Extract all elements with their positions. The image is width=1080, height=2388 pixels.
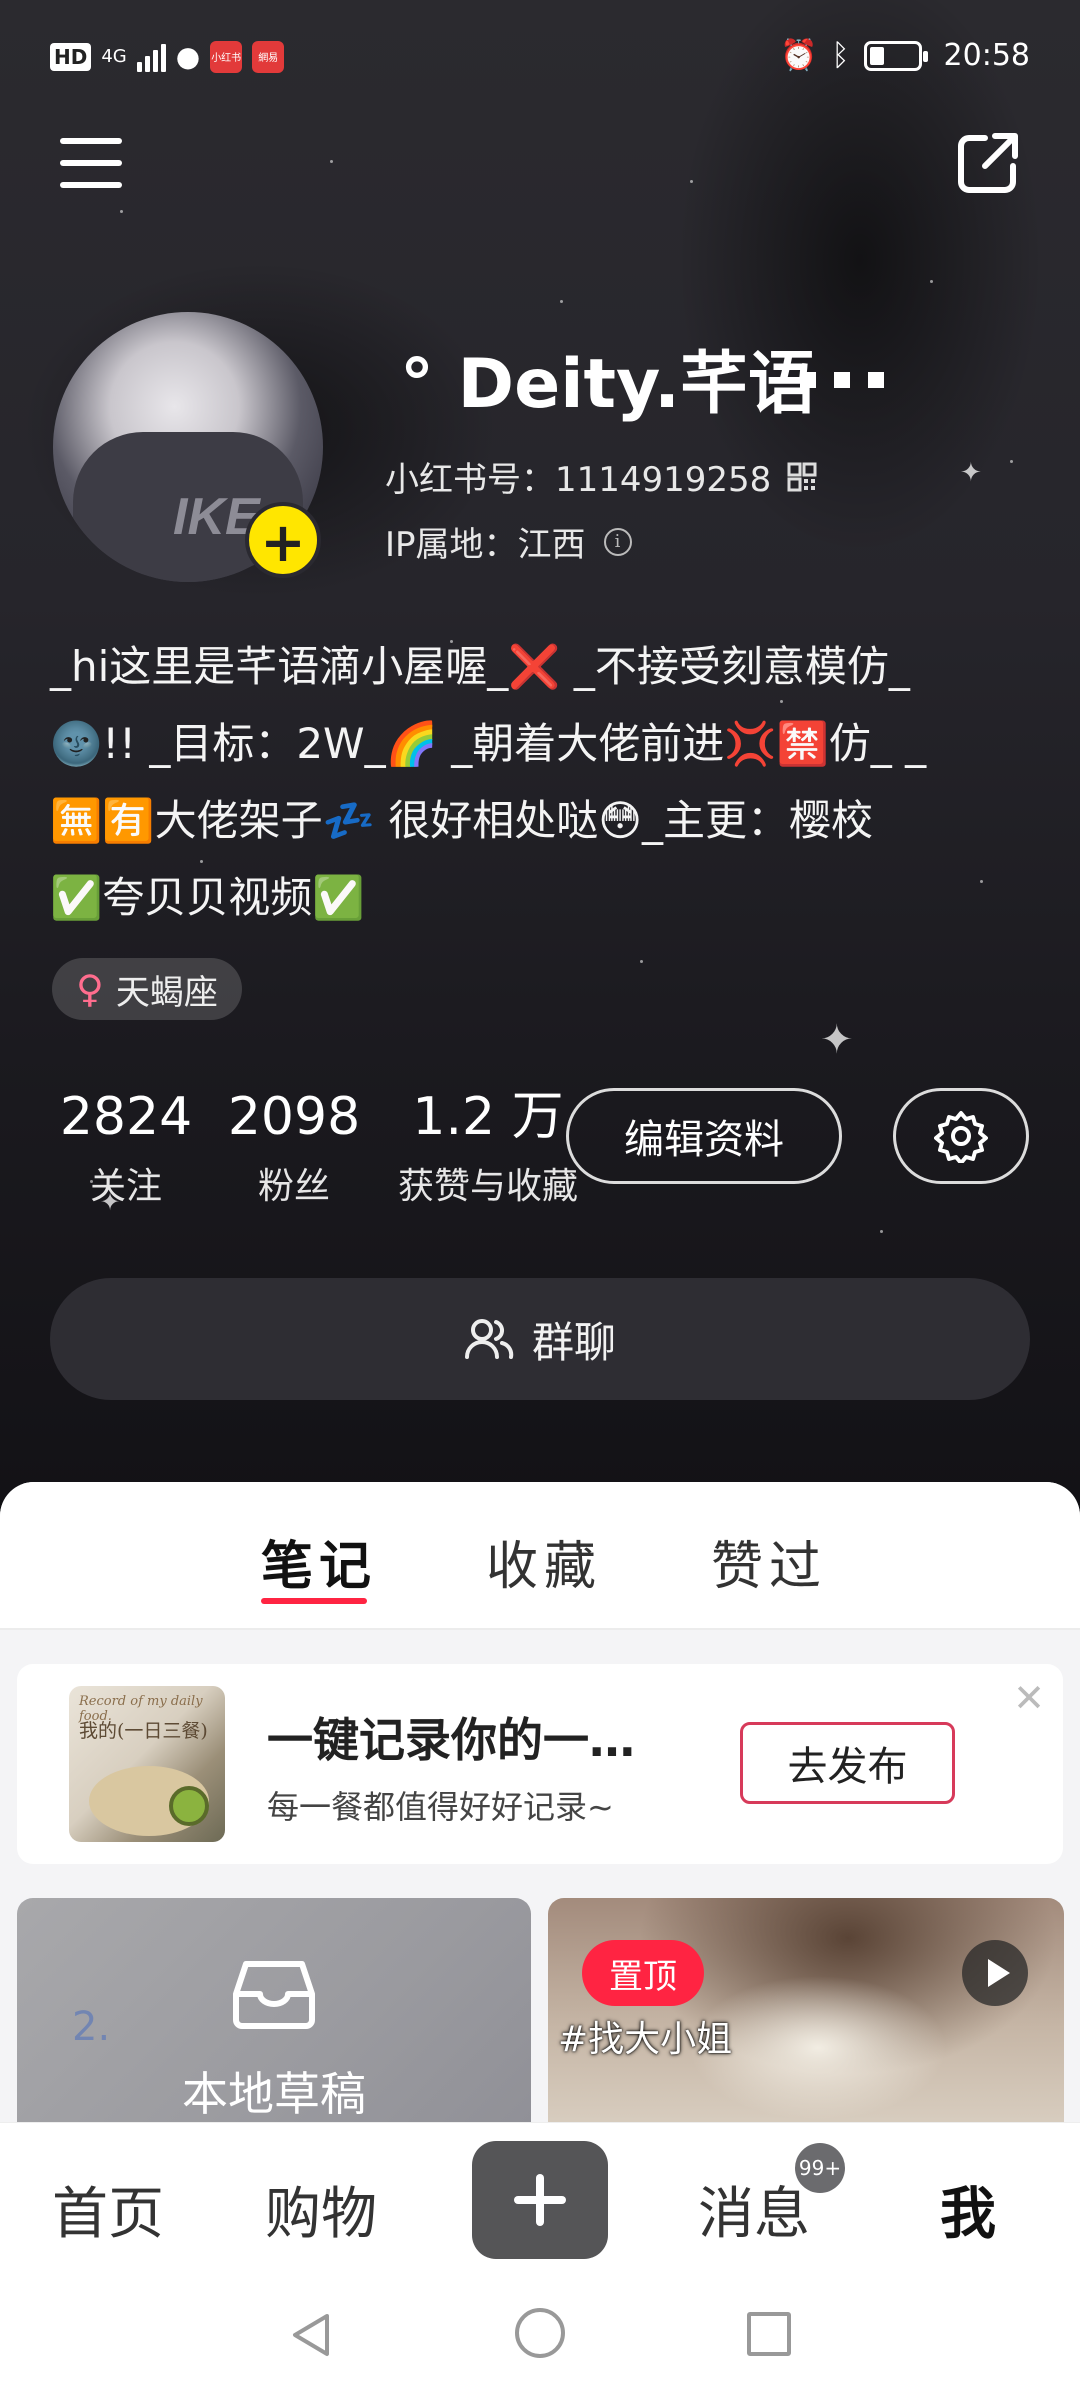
- zodiac-label: 天蝎座: [115, 972, 218, 1013]
- likes-count: 1.2 万: [412, 1087, 564, 1147]
- following-stat[interactable]: 2824 关注: [50, 1085, 202, 1209]
- bottom-nav: 首页 购物 消息 99+ 我: [0, 2122, 1080, 2278]
- promo-subtitle: 每一餐都值得好好记录~: [267, 1788, 614, 1826]
- local-drafts-card[interactable]: 2. 本地草稿: [17, 1898, 531, 2122]
- local-drafts-label: 本地草稿: [182, 2067, 366, 2121]
- plus-icon[interactable]: [472, 2141, 608, 2259]
- system-nav-bar: [0, 2278, 1080, 2388]
- clock: 20:58: [943, 38, 1030, 73]
- edit-profile-button[interactable]: 编辑资料: [566, 1088, 842, 1184]
- qr-code-icon[interactable]: [787, 462, 817, 492]
- more-dots-icon: [800, 372, 884, 388]
- likes-stat[interactable]: 1.2 万 获赞与收藏: [378, 1085, 598, 1209]
- messages-badge: 99+: [795, 2143, 845, 2193]
- pinned-video-card[interactable]: 置顶 #找大小姐: [548, 1898, 1064, 2122]
- hd-indicator: HD: [50, 42, 92, 71]
- ip-location-text: IP属地：江西: [385, 525, 586, 565]
- content-sheet: 笔记 收藏 赞过 Record of my daily food. 我的(一日三…: [0, 1482, 1080, 2122]
- tab-collections[interactable]: 收藏: [486, 1524, 602, 1599]
- home-icon[interactable]: [515, 2308, 565, 2358]
- add-avatar-icon[interactable]: +: [245, 502, 321, 578]
- nav-home[interactable]: 首页: [52, 2169, 164, 2250]
- promo-title: 一键记录你的一…: [267, 1713, 635, 1767]
- gear-icon: [934, 1111, 988, 1163]
- inbox-icon: [233, 1961, 315, 2029]
- xiaohongshu-app-icon: 小红书: [210, 40, 243, 73]
- netease-app-icon: 網易: [252, 40, 285, 73]
- ip-location-row[interactable]: IP属地：江西 i: [385, 517, 632, 566]
- group-chat-button[interactable]: 群聊: [50, 1278, 1030, 1400]
- profile-stats: 2824 关注 2098 粉丝 1.2 万 获赞与收藏: [50, 1085, 598, 1209]
- nav-me[interactable]: 我: [940, 2169, 996, 2250]
- red-id-text: 小红书号：1114919258: [385, 460, 772, 500]
- menu-icon[interactable]: [60, 138, 122, 190]
- info-icon[interactable]: i: [603, 527, 632, 556]
- video-hashtag: #找大小姐: [558, 2019, 733, 2060]
- active-tab-indicator: [261, 1598, 367, 1604]
- wechat-icon: ●: [175, 40, 201, 73]
- followers-label: 粉丝: [257, 1166, 330, 1207]
- settings-button[interactable]: [893, 1088, 1029, 1184]
- back-icon[interactable]: [287, 2310, 337, 2360]
- group-chat-label: 群聊: [531, 1317, 616, 1367]
- meal-thumbnail: Record of my daily food. 我的(一日三餐): [69, 1686, 225, 1842]
- tab-liked[interactable]: 赞过: [711, 1524, 827, 1599]
- pinned-badge: 置顶: [582, 1940, 704, 2006]
- play-icon: [962, 1940, 1028, 2006]
- profile-bio: _hi这里是芊语滴小屋喔_❌ _不接受刻意模仿_ 🌚!! _目标：2W_🌈 _朝…: [50, 642, 927, 922]
- publish-button[interactable]: 去发布: [740, 1722, 955, 1804]
- publish-prompt-card[interactable]: Record of my daily food. 我的(一日三餐) 一键记录你的…: [17, 1664, 1063, 1864]
- status-bar: HD 4G ● 小红书 網易 ⏰ ᛒ 20:58: [0, 0, 1080, 120]
- nav-messages[interactable]: 消息: [698, 2169, 810, 2250]
- bluetooth-icon: ᛒ: [831, 38, 850, 73]
- share-icon[interactable]: [955, 130, 1021, 196]
- close-icon[interactable]: ✕: [1013, 1676, 1045, 1720]
- followers-stat[interactable]: 2098 粉丝: [218, 1085, 370, 1209]
- recent-apps-icon[interactable]: [747, 2312, 791, 2356]
- people-icon: [464, 1319, 514, 1359]
- zodiac-tag: ♀ 天蝎座: [52, 958, 242, 1020]
- signal-icon: [136, 42, 166, 72]
- followers-count: 2098: [227, 1087, 361, 1147]
- nav-shop[interactable]: 购物: [265, 2169, 377, 2250]
- profile-tabs: 笔记 收藏 赞过: [0, 1482, 1080, 1630]
- red-id-row[interactable]: 小红书号：1114919258: [385, 452, 817, 501]
- female-icon: ♀: [76, 967, 104, 1011]
- following-label: 关注: [89, 1166, 162, 1207]
- battery-icon: [863, 40, 928, 71]
- alarm-icon: ⏰: [780, 38, 818, 73]
- tab-notes[interactable]: 笔记: [261, 1524, 377, 1599]
- following-count: 2824: [59, 1087, 193, 1147]
- network-type: 4G: [101, 45, 127, 67]
- nickname: ° Deity.芊语: [400, 345, 816, 424]
- likes-label: 获赞与收藏: [397, 1166, 578, 1207]
